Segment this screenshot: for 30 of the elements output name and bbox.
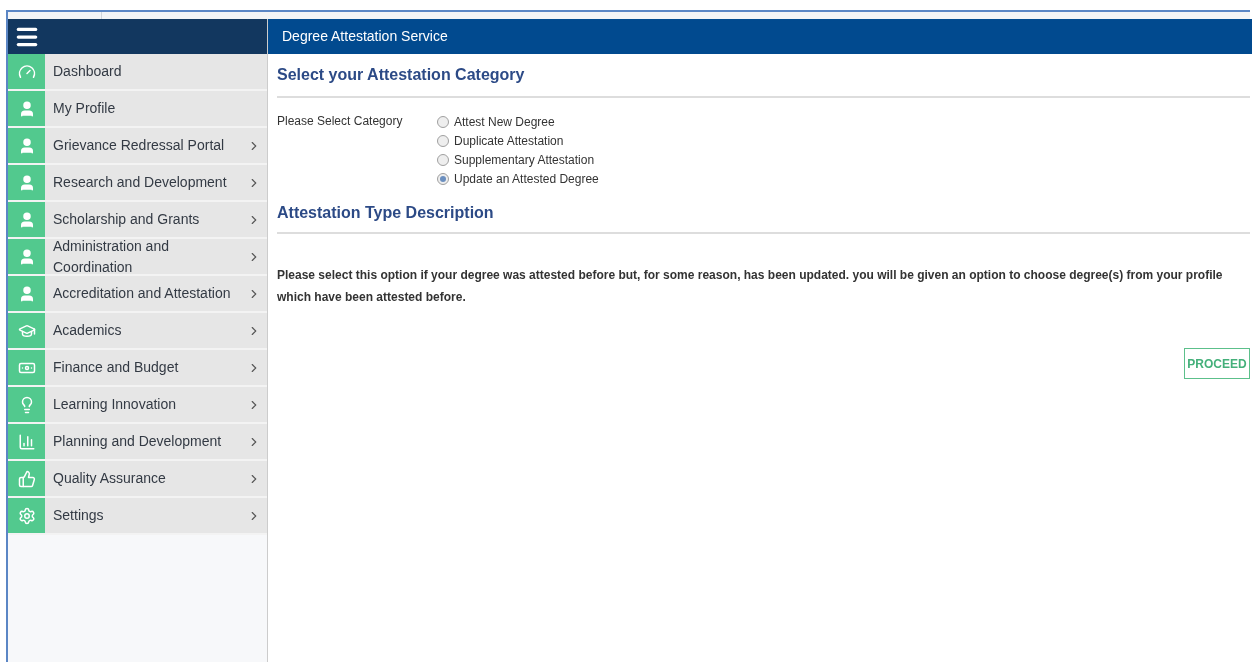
sidebar-item[interactable]: Dashboard [8, 54, 267, 91]
radio-button[interactable] [437, 172, 449, 185]
sidebar-item[interactable]: Finance and Budget [8, 350, 267, 387]
radio-option[interactable]: Supplementary Attestation [437, 150, 599, 169]
sidebar-item[interactable]: Research and Development [8, 165, 267, 202]
bar-chart-icon [17, 432, 36, 451]
radio-button[interactable] [437, 134, 449, 147]
sidebar-item[interactable]: Grievance Redressal Portal [8, 128, 267, 165]
description-text: Please select this option if your degree was attested before but, for some reason, has been updated. you will be given an option to choose degree(s) from your profile which have been attested before. [277, 267, 1224, 306]
sidebar-item[interactable]: Academics [8, 313, 267, 350]
radio-option[interactable]: Duplicate Attestation [437, 131, 599, 150]
sidebar-item[interactable]: Administration and Coordination [8, 239, 267, 276]
sidebar-item[interactable]: Settings [8, 498, 267, 535]
sidebar-item[interactable]: Scholarship and Grants [8, 202, 267, 239]
sidebar-item[interactable]: Planning and Development [8, 424, 267, 461]
thumbs-up-icon [17, 469, 36, 488]
radio-button[interactable] [437, 153, 449, 166]
section-title: Attestation Type Description [277, 194, 1250, 234]
radio-option[interactable]: Update an Attested Degree [437, 169, 599, 188]
category-label: Please Select Category [277, 113, 404, 130]
page-header: Degree Attestation Service [268, 19, 1252, 54]
settings-icon [17, 506, 36, 525]
gauge-icon [17, 62, 36, 81]
sidebar-item[interactable]: Accreditation and Attestation [8, 276, 267, 313]
sidebar-item[interactable]: Quality Assurance [8, 461, 267, 498]
section-title: Select your Attestation Category [277, 54, 1250, 98]
sidebar-item[interactable]: My Profile [8, 91, 267, 128]
sidebar-item[interactable]: Learning Innovation [8, 387, 267, 424]
radio-option[interactable]: Attest New Degree [437, 112, 599, 131]
radio-button[interactable] [437, 115, 449, 128]
